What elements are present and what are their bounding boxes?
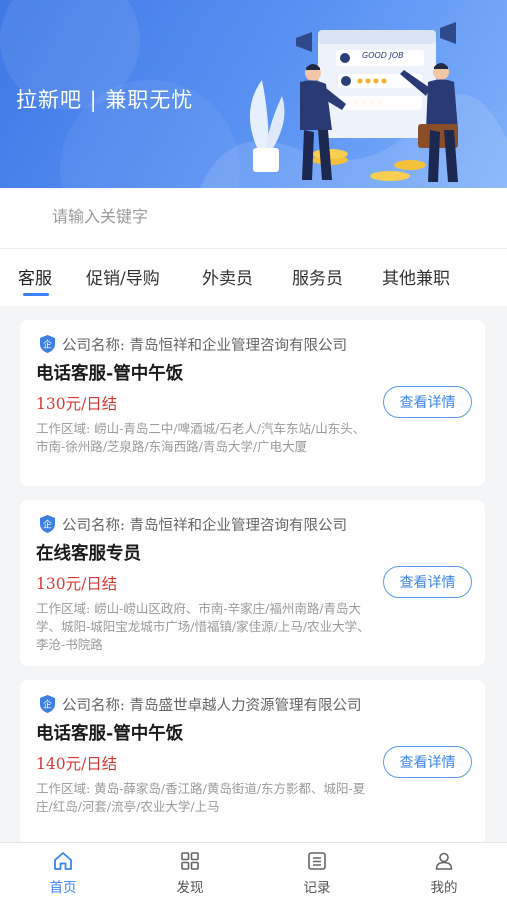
svg-text:企: 企 [43, 519, 52, 531]
nav-label: 我的 [430, 880, 458, 896]
search-input[interactable] [14, 196, 493, 236]
nav-label: 首页 [49, 880, 77, 896]
company-name: 公司名称: 青岛恒祥和企业管理咨询有限公司 [62, 518, 347, 534]
shield-icon: 企 [40, 695, 55, 713]
search-bar [0, 188, 507, 248]
user-icon [435, 852, 453, 870]
nav-mine[interactable]: 我的 [381, 843, 507, 900]
job-area: 工作区域: 崂山-青岛二中/啤酒城/石老人/汽车东站/山东头、市南-徐州路/芝泉… [36, 421, 366, 454]
job-card[interactable]: 企 公司名称: 青岛盛世卓越人力资源管理有限公司 电话客服-管中午饭 140元/… [20, 680, 485, 846]
banner[interactable]: GOOD JOB 拉新吧 | 兼职无忧 [0, 0, 507, 188]
company-name: 公司名称: 青岛恒祥和企业管理咨询有限公司 [62, 338, 347, 354]
shield-icon: 企 [40, 335, 55, 353]
nav-records[interactable]: 记录 [254, 843, 380, 900]
tab-delivery[interactable]: 外卖员 [202, 264, 253, 289]
home-icon [54, 852, 72, 870]
bottom-nav: 首页 发现 记录 我的 [0, 842, 507, 900]
banner-title: 拉新吧 | 兼职无忧 [16, 88, 194, 112]
tab-kefu[interactable]: 客服 [18, 264, 52, 289]
list-icon [308, 852, 326, 870]
nav-label: 发现 [176, 880, 204, 896]
nav-discover[interactable]: 发现 [127, 843, 253, 900]
tab-active-indicator [23, 293, 49, 296]
tab-waiter[interactable]: 服务员 [292, 264, 343, 289]
job-title: 电话客服-管中午饭 [36, 364, 184, 384]
job-card[interactable]: 企 公司名称: 青岛恒祥和企业管理咨询有限公司 电话客服-管中午饭 130元/日… [20, 320, 485, 486]
view-details-button[interactable]: 查看详情 [383, 386, 472, 418]
job-title: 在线客服专员 [36, 544, 141, 564]
nav-home[interactable]: 首页 [0, 843, 126, 900]
grid-icon [181, 852, 199, 870]
view-details-button[interactable]: 查看详情 [383, 566, 472, 598]
job-area: 工作区域: 黄岛-薛家岛/香江路/黄岛街道/东方影都、城阳-夏庄/红岛/河套/流… [36, 781, 366, 814]
company-name: 公司名称: 青岛盛世卓越人力资源管理有限公司 [62, 698, 362, 714]
tab-promotion[interactable]: 促销/导购 [86, 264, 160, 289]
job-pay: 140元/日结 [36, 755, 118, 773]
category-tabs: 客服 促销/导购 外卖员 服务员 其他兼职 [0, 248, 507, 306]
svg-text:企: 企 [43, 339, 52, 351]
shield-icon: 企 [40, 515, 55, 533]
svg-text:企: 企 [43, 699, 52, 711]
job-pay: 130元/日结 [36, 395, 118, 413]
job-title: 电话客服-管中午饭 [36, 724, 184, 744]
job-card[interactable]: 企 公司名称: 青岛恒祥和企业管理咨询有限公司 在线客服专员 130元/日结 工… [20, 500, 485, 666]
banner-sign-text: GOOD JOB [362, 51, 404, 60]
job-pay: 130元/日结 [36, 575, 118, 593]
nav-label: 记录 [303, 880, 331, 896]
view-details-button[interactable]: 查看详情 [383, 746, 472, 778]
tab-other[interactable]: 其他兼职 [382, 264, 450, 289]
job-area: 工作区域: 崂山-崂山区政府、市南-辛家庄/福州南路/青岛大学、城阳-城阳宝龙城… [36, 601, 370, 652]
